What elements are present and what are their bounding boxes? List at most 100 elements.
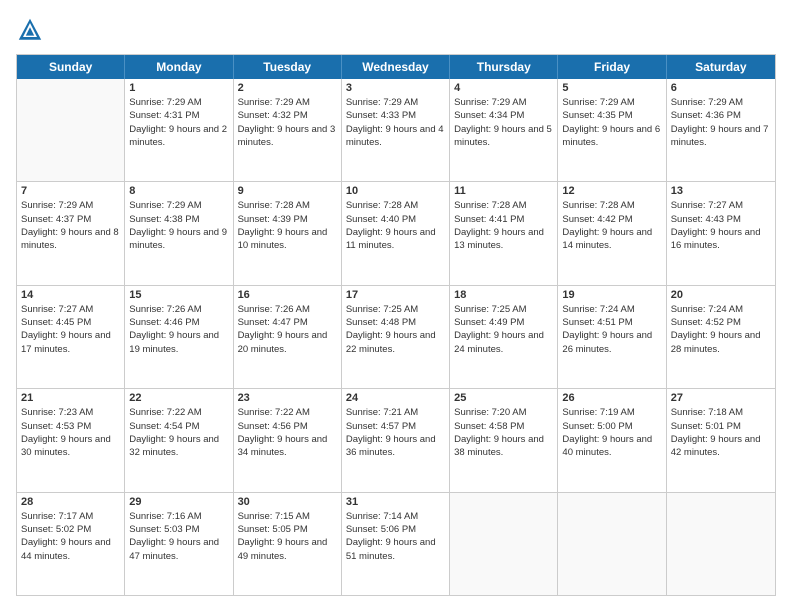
- cell-info: Sunrise: 7:16 AMSunset: 5:03 PMDaylight:…: [129, 510, 228, 563]
- cell-info: Sunrise: 7:29 AMSunset: 4:37 PMDaylight:…: [21, 199, 120, 252]
- day-number: 28: [21, 496, 120, 508]
- sunset: Sunset: 4:31 PM: [129, 109, 228, 122]
- calendar-cell: 14Sunrise: 7:27 AMSunset: 4:45 PMDayligh…: [17, 286, 125, 388]
- calendar-cell: 17Sunrise: 7:25 AMSunset: 4:48 PMDayligh…: [342, 286, 450, 388]
- sunrise: Sunrise: 7:16 AM: [129, 510, 228, 523]
- sunrise: Sunrise: 7:24 AM: [671, 303, 771, 316]
- calendar-cell: 3Sunrise: 7:29 AMSunset: 4:33 PMDaylight…: [342, 79, 450, 181]
- daylight: Daylight: 9 hours and 28 minutes.: [671, 329, 771, 356]
- calendar-cell: 20Sunrise: 7:24 AMSunset: 4:52 PMDayligh…: [667, 286, 775, 388]
- calendar-cell: 10 Sunrise: 7:28 AMSunset: 4:40 PMDayligh…: [342, 182, 450, 284]
- calendar-cell: 19Sunrise: 7:24 AMSunset: 4:51 PMDayligh…: [558, 286, 666, 388]
- day-number: 26: [562, 392, 661, 404]
- calendar-cell: 15Sunrise: 7:26 AMSunset: 4:46 PMDayligh…: [125, 286, 233, 388]
- daylight: Daylight: 9 hours and 11 minutes.: [346, 226, 445, 253]
- header-day-friday: Friday: [558, 55, 666, 79]
- day-number: 30: [238, 496, 337, 508]
- cell-info: Sunrise: 7:29 AMSunset: 4:38 PMDaylight:…: [129, 199, 228, 252]
- cell-info: Sunrise: 7:29 AMSunset: 4:33 PMDaylight:…: [346, 96, 445, 149]
- sunrise: Sunrise: 7:29 AM: [562, 96, 661, 109]
- cell-info: Sunrise: 7:26 AMSunset: 4:46 PMDaylight:…: [129, 303, 228, 356]
- sunrise: Sunrise: 7:25 AM: [346, 303, 445, 316]
- day-number: 31: [346, 496, 445, 508]
- sunrise: Sunrise: 7:15 AM: [238, 510, 337, 523]
- cell-info: Sunrise: 7:29 AMSunset: 4:31 PMDaylight:…: [129, 96, 228, 149]
- day-number: 1: [129, 82, 228, 94]
- calendar-cell: 9Sunrise: 7:28 AMSunset: 4:39 PMDaylight…: [234, 182, 342, 284]
- cell-info: Sunrise: 7:29 AMSunset: 4:34 PMDaylight:…: [454, 96, 553, 149]
- calendar-cell: 16Sunrise: 7:26 AMSunset: 4:47 PMDayligh…: [234, 286, 342, 388]
- calendar-cell: 13Sunrise: 7:27 AMSunset: 4:43 PMDayligh…: [667, 182, 775, 284]
- day-number: 19: [562, 289, 661, 301]
- calendar-cell: [450, 493, 558, 595]
- cell-info: Sunrise: 7:21 AMSunset: 4:57 PMDaylight:…: [346, 406, 445, 459]
- day-number: 29: [129, 496, 228, 508]
- cell-info: Sunrise: 7:28 AMSunset: 4:40 PMDaylight:…: [346, 199, 445, 252]
- calendar: SundayMondayTuesdayWednesdayThursdayFrid…: [16, 54, 776, 596]
- day-number: 21: [21, 392, 120, 404]
- calendar-cell: 31Sunrise: 7:14 AMSunset: 5:06 PMDayligh…: [342, 493, 450, 595]
- sunset: Sunset: 5:03 PM: [129, 523, 228, 536]
- cell-info: Sunrise: 7:29 AMSunset: 4:36 PMDaylight:…: [671, 96, 771, 149]
- calendar-cell: 27Sunrise: 7:18 AMSunset: 5:01 PMDayligh…: [667, 389, 775, 491]
- daylight: Daylight: 9 hours and 16 minutes.: [671, 226, 771, 253]
- daylight: Daylight: 9 hours and 2 minutes.: [129, 123, 228, 150]
- sunset: Sunset: 4:37 PM: [21, 213, 120, 226]
- calendar-cell: 22Sunrise: 7:22 AMSunset: 4:54 PMDayligh…: [125, 389, 233, 491]
- sunset: Sunset: 4:34 PM: [454, 109, 553, 122]
- sunrise: Sunrise: 7:29 AM: [238, 96, 337, 109]
- calendar-cell: 30 Sunrise: 7:15 AMSunset: 5:05 PMDayligh…: [234, 493, 342, 595]
- sunset: Sunset: 4:53 PM: [21, 420, 120, 433]
- header-day-wednesday: Wednesday: [342, 55, 450, 79]
- sunset: Sunset: 4:58 PM: [454, 420, 553, 433]
- day-number: 8: [129, 185, 228, 197]
- cell-info: Sunrise: 7:20 AMSunset: 4:58 PMDaylight:…: [454, 406, 553, 459]
- sunrise: Sunrise: 7:28 AM: [562, 199, 661, 212]
- cell-info: Sunrise: 7:19 AMSunset: 5:00 PMDaylight:…: [562, 406, 661, 459]
- calendar-cell: 8 Sunrise: 7:29 AMSunset: 4:38 PMDaylight…: [125, 182, 233, 284]
- calendar-cell: 25Sunrise: 7:20 AMSunset: 4:58 PMDayligh…: [450, 389, 558, 491]
- calendar-cell: 1 Sunrise: 7:29 AMSunset: 4:31 PMDaylight…: [125, 79, 233, 181]
- sunset: Sunset: 5:02 PM: [21, 523, 120, 536]
- cell-info: Sunrise: 7:25 AMSunset: 4:49 PMDaylight:…: [454, 303, 553, 356]
- daylight: Daylight: 9 hours and 20 minutes.: [238, 329, 337, 356]
- sunset: Sunset: 4:56 PM: [238, 420, 337, 433]
- daylight: Daylight: 9 hours and 6 minutes.: [562, 123, 661, 150]
- day-number: 18: [454, 289, 553, 301]
- sunrise: Sunrise: 7:22 AM: [238, 406, 337, 419]
- cell-info: Sunrise: 7:18 AMSunset: 5:01 PMDaylight:…: [671, 406, 771, 459]
- daylight: Daylight: 9 hours and 10 minutes.: [238, 226, 337, 253]
- cell-info: Sunrise: 7:22 AMSunset: 4:56 PMDaylight:…: [238, 406, 337, 459]
- daylight: Daylight: 9 hours and 13 minutes.: [454, 226, 553, 253]
- calendar-cell: 12Sunrise: 7:28 AMSunset: 4:42 PMDayligh…: [558, 182, 666, 284]
- daylight: Daylight: 9 hours and 38 minutes.: [454, 433, 553, 460]
- sunset: Sunset: 4:45 PM: [21, 316, 120, 329]
- sunrise: Sunrise: 7:29 AM: [671, 96, 771, 109]
- daylight: Daylight: 9 hours and 42 minutes.: [671, 433, 771, 460]
- daylight: Daylight: 9 hours and 22 minutes.: [346, 329, 445, 356]
- calendar-cell: 23Sunrise: 7:22 AMSunset: 4:56 PMDayligh…: [234, 389, 342, 491]
- sunset: Sunset: 4:39 PM: [238, 213, 337, 226]
- daylight: Daylight: 9 hours and 3 minutes.: [238, 123, 337, 150]
- daylight: Daylight: 9 hours and 26 minutes.: [562, 329, 661, 356]
- day-number: 22: [129, 392, 228, 404]
- day-number: 10: [346, 185, 445, 197]
- sunset: Sunset: 4:46 PM: [129, 316, 228, 329]
- cell-info: Sunrise: 7:15 AMSunset: 5:05 PMDaylight:…: [238, 510, 337, 563]
- daylight: Daylight: 9 hours and 9 minutes.: [129, 226, 228, 253]
- sunset: Sunset: 4:49 PM: [454, 316, 553, 329]
- cell-info: Sunrise: 7:17 AMSunset: 5:02 PMDaylight:…: [21, 510, 120, 563]
- calendar-cell: 7Sunrise: 7:29 AMSunset: 4:37 PMDaylight…: [17, 182, 125, 284]
- daylight: Daylight: 9 hours and 30 minutes.: [21, 433, 120, 460]
- sunset: Sunset: 4:32 PM: [238, 109, 337, 122]
- sunset: Sunset: 4:35 PM: [562, 109, 661, 122]
- calendar-row-0: 1Sunrise: 7:29 AMSunset: 4:31 PMDaylight…: [17, 79, 775, 182]
- cell-info: Sunrise: 7:29 AMSunset: 4:35 PMDaylight:…: [562, 96, 661, 149]
- daylight: Daylight: 9 hours and 34 minutes.: [238, 433, 337, 460]
- sunset: Sunset: 4:41 PM: [454, 213, 553, 226]
- sunrise: Sunrise: 7:29 AM: [454, 96, 553, 109]
- sunrise: Sunrise: 7:27 AM: [21, 303, 120, 316]
- daylight: Daylight: 9 hours and 19 minutes.: [129, 329, 228, 356]
- sunset: Sunset: 4:48 PM: [346, 316, 445, 329]
- sunrise: Sunrise: 7:23 AM: [21, 406, 120, 419]
